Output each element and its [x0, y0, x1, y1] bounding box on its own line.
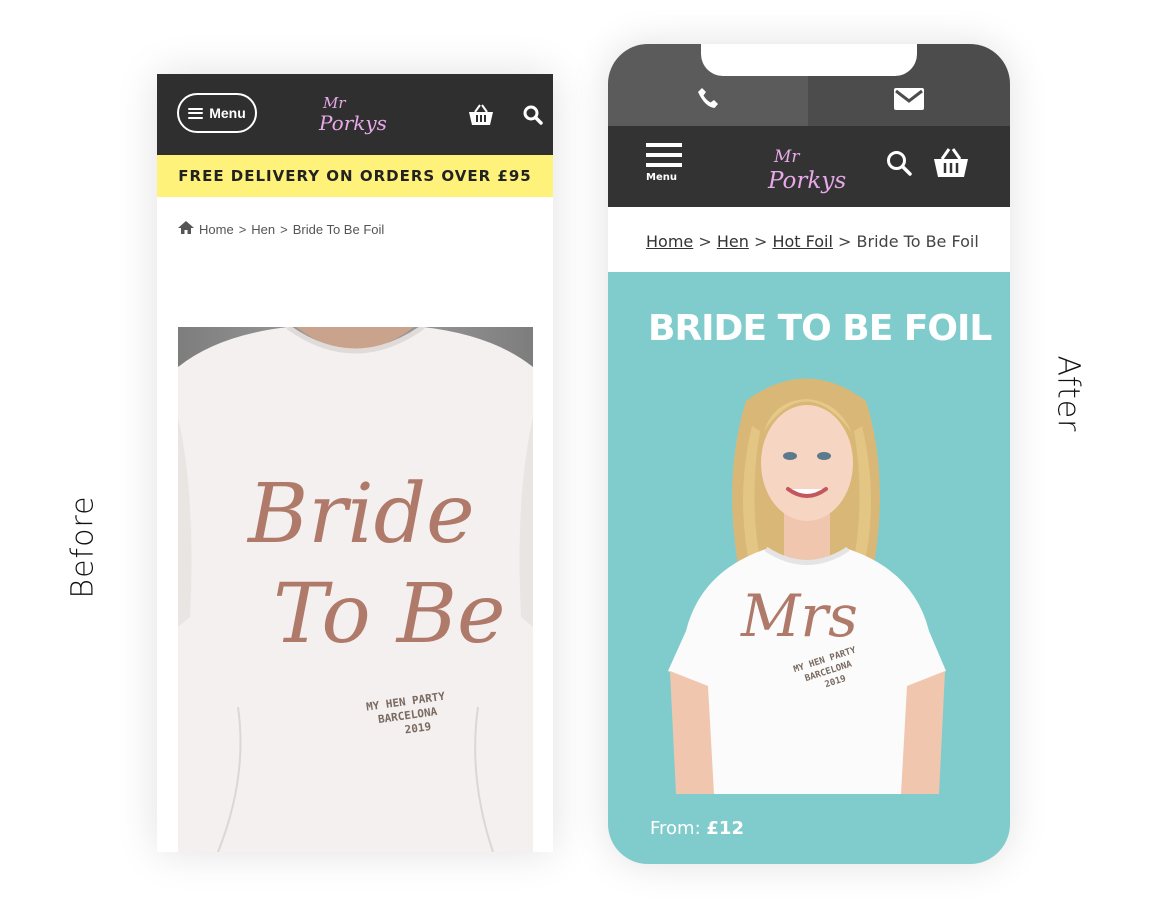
basket-icon[interactable]: [933, 148, 969, 183]
breadcrumb: Home > Hen > Hot Foil > Bride To Be Foil: [608, 207, 1010, 272]
breadcrumb-home[interactable]: Home: [646, 232, 693, 251]
hamburger-icon: [188, 107, 204, 119]
price-prefix: From:: [650, 818, 701, 839]
search-icon[interactable]: [523, 105, 543, 130]
shirt-print-line1: Bride: [246, 467, 475, 562]
logo-top-text: Mr: [773, 147, 800, 167]
site-header: Menu Mr Porkys: [608, 126, 1010, 207]
breadcrumb-hen[interactable]: Hen: [717, 232, 749, 251]
logo-bottom-text: Porkys: [767, 168, 846, 194]
before-phone-screen: Menu Mr Porkys FREE DELIVERY ON ORDERS O…: [157, 74, 553, 852]
menu-button[interactable]: Menu: [646, 143, 682, 183]
site-logo[interactable]: Mr Porkys: [766, 138, 850, 205]
breadcrumb-home[interactable]: Home: [199, 222, 234, 237]
breadcrumb-separator: >: [238, 221, 247, 237]
logo-top-text: Mr: [322, 94, 346, 112]
breadcrumb-separator: >: [280, 221, 288, 237]
breadcrumb-current: Bride To Be Foil: [292, 221, 385, 237]
breadcrumb-hot-foil[interactable]: Hot Foil: [772, 232, 833, 251]
menu-button[interactable]: Menu: [177, 93, 257, 133]
logo-bottom-text: Porkys: [318, 111, 387, 135]
mail-icon: [894, 88, 924, 110]
breadcrumb-separator: >: [753, 232, 773, 251]
breadcrumb-separator: >: [838, 232, 857, 251]
menu-label: Menu: [646, 172, 677, 183]
after-label: After: [1050, 355, 1086, 433]
hamburger-icon: [646, 143, 682, 167]
search-icon[interactable]: [886, 150, 912, 181]
product-price: From: £12: [650, 818, 744, 839]
product-title: BRIDE TO BE FOIL: [648, 308, 992, 349]
shirt-print-line2: To Be: [273, 567, 506, 662]
price-value: £12: [706, 818, 744, 839]
device-notch: [701, 44, 917, 76]
product-image[interactable]: Mrs MY HEN PARTY BARCELONA 2019: [656, 371, 959, 794]
shirt-print-line1: Mrs: [740, 582, 858, 650]
before-label: Before: [65, 495, 101, 599]
breadcrumb-separator: >: [698, 232, 717, 251]
phone-icon: [698, 88, 718, 108]
breadcrumb-current: Bride To Be Foil: [856, 232, 979, 251]
breadcrumb: Home > Hen > Bride To Be Foil: [178, 221, 384, 237]
breadcrumb-hen[interactable]: Hen: [251, 222, 275, 237]
free-delivery-banner: FREE DELIVERY ON ORDERS OVER £95: [157, 155, 553, 197]
site-header: Menu Mr Porkys: [157, 74, 553, 155]
basket-icon[interactable]: [468, 104, 494, 131]
after-phone-screen: Menu Mr Porkys Home > Hen > Hot Foil > B…: [608, 44, 1010, 864]
site-logo[interactable]: Mr Porkys: [317, 86, 387, 147]
product-image[interactable]: Bride To Be MY HEN PARTY BARCELONA 2019: [178, 327, 533, 852]
menu-label: Menu: [209, 105, 246, 121]
home-icon: [178, 221, 194, 237]
